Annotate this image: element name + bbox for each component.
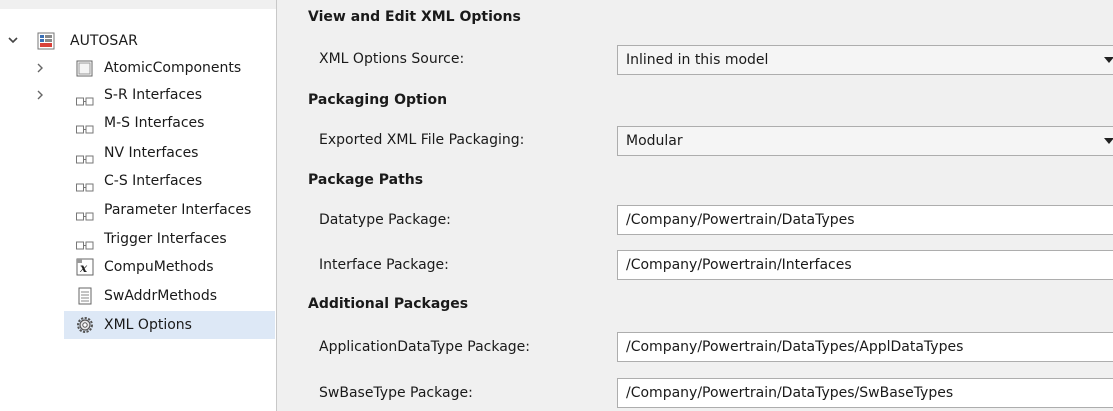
tree-node-label: AUTOSAR — [70, 33, 138, 49]
tree-node-label: S-R Interfaces — [104, 87, 203, 103]
xml-source-dropdown[interactable]: Inlined in this model — [617, 45, 1113, 75]
tree-node-label: AtomicComponents — [104, 60, 242, 76]
tree-node-label: M-S Interfaces — [104, 115, 205, 131]
autosar-package-icon — [37, 32, 55, 50]
chevron-right-icon[interactable] — [33, 82, 47, 108]
tree-node-cs-interfaces[interactable]: C-S Interfaces — [0, 168, 276, 194]
tree-node-sr-interfaces[interactable]: S-R Interfaces — [0, 82, 276, 108]
tree-node-label: NV Interfaces — [104, 145, 199, 161]
tree-node-label: Parameter Interfaces — [104, 202, 252, 218]
appl-datatype-package-input[interactable]: /Company/Powertrain/DataTypes/ApplDataTy… — [617, 332, 1113, 362]
tree-node-label: Trigger Interfaces — [104, 231, 227, 247]
packaging-value: Modular — [626, 133, 683, 149]
datatype-package-input[interactable]: /Company/Powertrain/DataTypes — [617, 205, 1113, 235]
interface-package-value: /Company/Powertrain/Interfaces — [626, 257, 852, 273]
xml-source-value: Inlined in this model — [626, 52, 769, 68]
tree-header-strip — [0, 0, 276, 9]
swbase-package-value: /Company/Powertrain/DataTypes/SwBaseType… — [626, 385, 954, 401]
tree-node-label: XML Options — [104, 317, 192, 333]
component-box-icon — [76, 60, 93, 77]
tree-node-compu-methods[interactable]: x CompuMethods — [0, 254, 276, 280]
section-additional-packages: Additional Packages — [308, 296, 469, 312]
interface-icon — [76, 90, 94, 106]
xml-source-label: XML Options Source: — [319, 51, 465, 67]
tree-node-xml-options[interactable]: XML Options — [64, 311, 275, 339]
panel-title: View and Edit XML Options — [308, 9, 521, 25]
tree-panel: AUTOSAR AtomicComponents S-R Interfaces … — [0, 0, 277, 411]
section-package-paths: Package Paths — [308, 172, 424, 188]
interface-icon — [76, 205, 94, 221]
xml-options-panel: View and Edit XML Options XML Options So… — [277, 0, 1113, 411]
datatype-package-label: Datatype Package: — [319, 212, 451, 228]
packaging-label: Exported XML File Packaging: — [319, 132, 525, 148]
interface-icon — [76, 176, 94, 192]
swbase-package-input[interactable]: /Company/Powertrain/DataTypes/SwBaseType… — [617, 378, 1113, 408]
interface-package-label: Interface Package: — [319, 257, 449, 273]
interface-icon — [76, 234, 94, 250]
svg-text:x: x — [79, 261, 88, 275]
compu-method-icon: x — [76, 258, 94, 276]
tree-node-label: C-S Interfaces — [104, 173, 203, 189]
chevron-down-icon[interactable] — [6, 28, 20, 54]
chevron-right-icon[interactable] — [33, 55, 47, 81]
tree-node-autosar[interactable]: AUTOSAR — [0, 28, 276, 54]
tree-node-parameter-interfaces[interactable]: Parameter Interfaces — [0, 197, 276, 223]
tree-node-label: CompuMethods — [104, 259, 214, 275]
appl-datatype-package-label: ApplicationDataType Package: — [319, 339, 531, 355]
section-packaging-option: Packaging Option — [308, 92, 448, 108]
dropdown-arrow-icon — [1104, 57, 1113, 63]
interface-icon — [76, 118, 94, 134]
interface-package-input[interactable]: /Company/Powertrain/Interfaces — [617, 250, 1113, 280]
tree-node-trigger-interfaces[interactable]: Trigger Interfaces — [0, 226, 276, 252]
swbase-package-label: SwBaseType Package: — [319, 385, 473, 401]
packaging-dropdown[interactable]: Modular — [617, 126, 1113, 156]
gear-icon — [76, 316, 93, 333]
interface-icon — [76, 148, 94, 164]
tree-node-atomic-components[interactable]: AtomicComponents — [0, 55, 276, 81]
datatype-package-value: /Company/Powertrain/DataTypes — [626, 212, 855, 228]
dropdown-arrow-icon — [1104, 138, 1113, 144]
tree-node-label: SwAddrMethods — [104, 288, 217, 304]
document-icon — [78, 287, 95, 305]
tree-node-swaddr-methods[interactable]: SwAddrMethods — [0, 283, 276, 309]
tree-node-nv-interfaces[interactable]: NV Interfaces — [0, 140, 276, 166]
tree-node-ms-interfaces[interactable]: M-S Interfaces — [0, 110, 276, 136]
appl-datatype-package-value: /Company/Powertrain/DataTypes/ApplDataTy… — [626, 339, 964, 355]
